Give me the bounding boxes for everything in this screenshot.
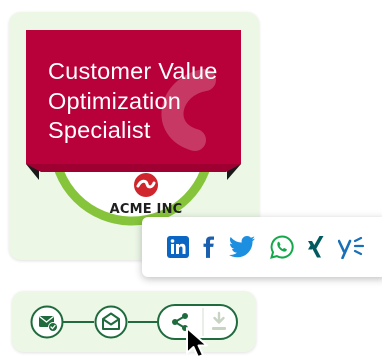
xing-icon[interactable]	[304, 235, 328, 259]
step-progress	[12, 291, 256, 352]
step-mail-check-icon[interactable]	[30, 305, 64, 339]
whatsapp-icon[interactable]	[270, 235, 294, 259]
yammer-icon[interactable]	[338, 235, 368, 259]
twitter-icon[interactable]	[228, 235, 256, 259]
badge-title-line-1: Customer Value	[48, 58, 218, 84]
badge-title-line-2: Optimization	[48, 87, 182, 114]
acme-logo-icon	[134, 173, 158, 197]
mouse-pointer-icon	[186, 327, 208, 358]
badge-title-line-3: Specialist	[48, 117, 151, 143]
step-open-mail-icon[interactable]	[94, 305, 128, 339]
share-popover	[142, 217, 382, 277]
linkedin-icon[interactable]	[166, 235, 190, 259]
facebook-icon[interactable]	[197, 235, 221, 259]
badge-title: Customer Value Optimization Specialist	[48, 57, 248, 146]
issuer-name: ACME INC	[109, 202, 183, 217]
